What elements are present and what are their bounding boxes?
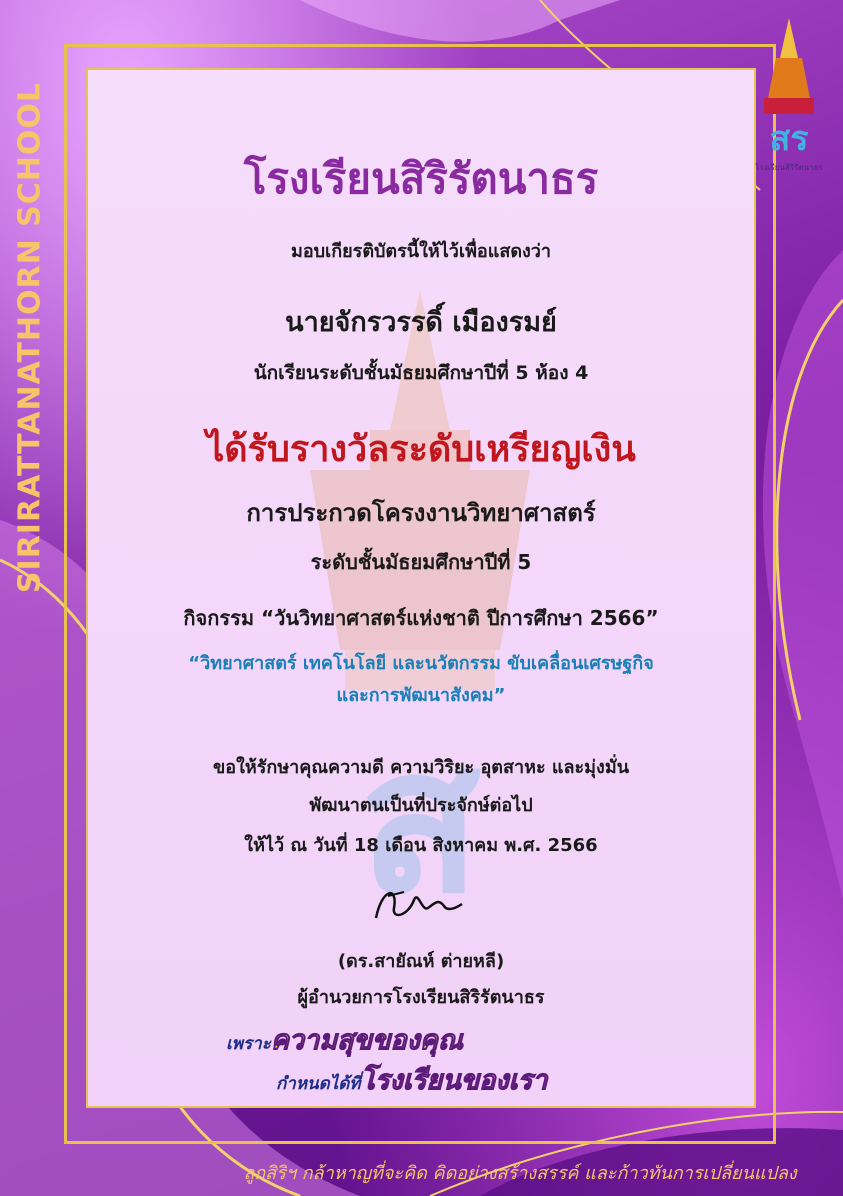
signer-title: ผู้อำนวยการโรงเรียนสิริรัตนาธร: [297, 987, 545, 1008]
slogan-part2-small: กำหนดได้ที่: [276, 1074, 361, 1094]
intro-text: มอบเกียรติบัตรนี้ให้ไว้เพื่อแสดงว่า: [290, 241, 552, 262]
slogan-part1-big: ความสุขของคุณ: [270, 1025, 463, 1057]
award-title: ได้รับรางวัลระดับเหรียญเงิน: [206, 429, 636, 470]
director-signature: [374, 891, 463, 919]
contest-level: ระดับชั้นมัธยมศึกษาปีที่ 5: [310, 550, 532, 574]
certificate-content: โรงเรียนสิริรัตนาธร มอบเกียรติบัตรนี้ให้…: [86, 68, 756, 1108]
theme-line-1: “วิทยาศาสตร์ เทคโนโลยี และนวัตกรรม ขับเค…: [188, 653, 654, 674]
theme-line-2: และการพัฒนาสังคม”: [336, 685, 506, 706]
school-logo: สร โรงเรียนสิริรัตนาธร: [755, 18, 823, 172]
slogan-line-2: กำหนดได้ที่โรงเรียนของเรา: [276, 1058, 696, 1101]
recipient-name: นายจักรวรรดิ์ เมืองรมย์: [285, 307, 557, 338]
slogan-part1-small: เพราะ: [226, 1034, 271, 1054]
contest-name: การประกวดโครงงานวิทยาศาสตร์: [246, 499, 596, 527]
blessing-line-2: พัฒนาตนเป็นที่ประจักษ์ต่อไป: [309, 795, 533, 816]
blessing-line-1: ขอให้รักษาคุณความดี ความวิริยะ อุตสาหะ แ…: [212, 757, 630, 778]
footer-motto: ลูกสิริฯ กล้าหาญที่จะคิด คิดอย่างสร้างสร…: [243, 1163, 797, 1184]
issue-date: ให้ไว้ ณ วันที่ 18 เดือน สิงหาคม พ.ศ. 25…: [244, 835, 598, 856]
signer-name: (ดร.สายัณห์ ต่ายหลี): [337, 951, 505, 972]
slogan-line-1: เพราะความสุขของคุณ: [226, 1018, 646, 1061]
recipient-class: นักเรียนระดับชั้นมัธยมศึกษาปีที่ 5 ห้อง …: [253, 362, 589, 384]
logo-letters: สร: [769, 119, 809, 159]
school-name: โรงเรียนสิริรัตนาธร: [243, 154, 599, 203]
side-school-name: SIRIRATTANATHORN SCHOOL: [12, 81, 48, 594]
logo-caption: โรงเรียนสิริรัตนาธร: [755, 162, 823, 172]
activity-name: กิจกรรม “วันวิทยาศาสตร์แห่งชาติ ปีการศึก…: [183, 606, 659, 630]
slogan-part2-big: โรงเรียนของเรา: [360, 1065, 548, 1097]
